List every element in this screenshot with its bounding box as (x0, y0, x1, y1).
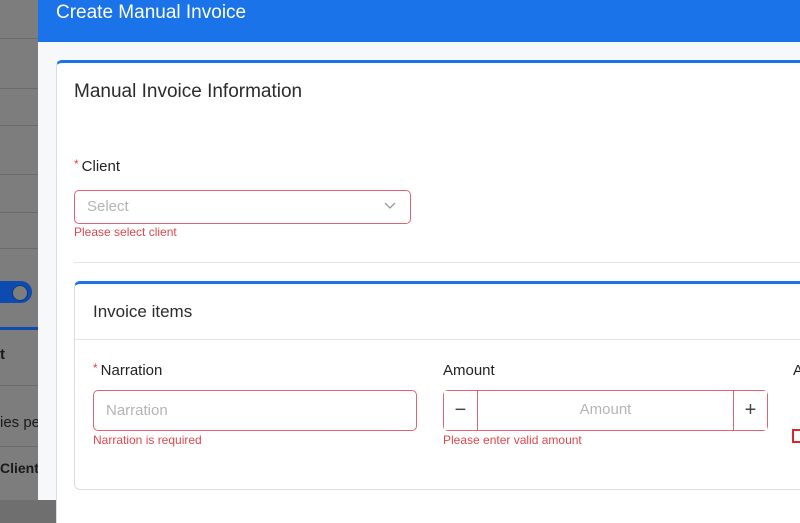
next-column-label: A (793, 362, 800, 379)
required-mark: * (93, 361, 98, 375)
narration-label-text: Narration (100, 362, 163, 379)
bg-entries-text: ies pe (0, 414, 38, 431)
card-title: Manual Invoice Information (74, 81, 303, 102)
bg-toggle-switch (0, 281, 32, 303)
invoice-items-divider (75, 339, 800, 340)
client-error: Please select client (74, 225, 177, 239)
amount-error: Please enter valid amount (443, 433, 582, 447)
required-mark: * (74, 157, 79, 171)
narration-placeholder: Narration (106, 402, 168, 419)
amount-placeholder: Amount (579, 401, 632, 418)
bg-divider (0, 446, 38, 447)
create-invoice-drawer: Create Manual Invoice Manual Invoice Inf… (38, 0, 800, 523)
bg-divider (0, 174, 38, 175)
bg-column-header: Client (0, 460, 38, 476)
bg-divider (0, 212, 38, 213)
client-select[interactable]: Select (74, 190, 411, 224)
decrement-button[interactable]: − (444, 391, 478, 430)
bg-active-tab-indicator (0, 327, 38, 330)
narration-input[interactable]: Narration (93, 390, 417, 431)
bg-divider (0, 38, 38, 39)
invoice-items-card: Invoice items * Narration Narration Narra… (74, 281, 800, 490)
narration-error: Narration is required (93, 433, 202, 447)
amount-stepper[interactable]: − Amount + (443, 390, 768, 431)
next-column-error-box (792, 429, 800, 443)
client-label-text: Client (81, 158, 121, 175)
drawer-body: Manual Invoice Information * Client Selec… (38, 42, 800, 523)
bg-tab-label: t (0, 346, 5, 363)
drawer-header: Create Manual Invoice (38, 0, 800, 42)
bg-divider (0, 248, 38, 249)
manual-invoice-card: Manual Invoice Information * Client Selec… (56, 60, 800, 523)
drawer-title: Create Manual Invoice (56, 2, 247, 23)
section-divider (74, 262, 800, 263)
amount-label: Amount (443, 362, 495, 379)
bg-divider (0, 385, 38, 386)
increment-button[interactable]: + (733, 391, 767, 430)
bg-divider (0, 88, 38, 89)
client-label: * Client (74, 157, 121, 175)
client-select-placeholder: Select (87, 198, 129, 215)
bg-divider (0, 125, 38, 126)
invoice-items-title: Invoice items (93, 302, 193, 321)
narration-label: * Narration (93, 361, 163, 379)
chevron-down-icon (384, 202, 396, 209)
